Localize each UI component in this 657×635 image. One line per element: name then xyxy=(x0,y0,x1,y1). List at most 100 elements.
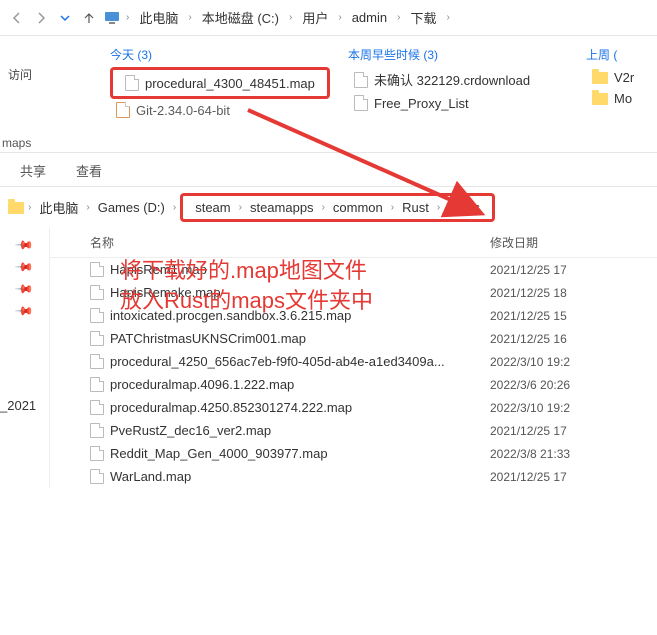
file-icon xyxy=(90,262,104,277)
file-item[interactable]: Git-2.34.0-64-bit xyxy=(110,99,330,121)
nav-down-icon[interactable] xyxy=(56,9,74,27)
file-item[interactable]: Free_Proxy_List xyxy=(348,92,568,114)
file-icon xyxy=(90,400,104,415)
file-icon xyxy=(116,102,130,118)
file-item[interactable]: V2r xyxy=(586,67,646,88)
file-name: intoxicated.procgen.sandbox.3.6.215.map xyxy=(110,308,351,323)
file-item[interactable]: procedural_4300_48451.map xyxy=(119,72,321,94)
file-icon xyxy=(90,285,104,300)
chevron-right-icon xyxy=(28,202,31,213)
group-last-week-header[interactable]: 上周 ( xyxy=(586,46,646,63)
table-row[interactable]: WarLand.map 2021/12/25 17 xyxy=(50,465,657,488)
breadcrumb-bar-downloads: 此电脑 本地磁盘 (C:) 用户 admin 下载 xyxy=(0,0,657,36)
table-row[interactable]: HapisRemake.map2021/12/25 18 xyxy=(50,281,657,304)
file-name: WarLand.map xyxy=(110,469,191,484)
file-name: Free_Proxy_List xyxy=(374,96,469,111)
table-row[interactable]: intoxicated.procgen.sandbox.3.6.215.map2… xyxy=(50,304,657,327)
file-name: 未确认 322129.crdownload xyxy=(374,70,530,89)
group-earlier-week: 本周早些时候 (3) 未确认 322129.crdownload Free_Pr… xyxy=(348,46,568,121)
table-row[interactable]: proceduralmap.4250.852301274.222.map2022… xyxy=(50,396,657,419)
chevron-right-icon xyxy=(289,12,292,23)
sidebar-folder-label[interactable]: _2021 xyxy=(0,398,36,413)
chevron-right-icon xyxy=(397,12,400,23)
crumb-pc[interactable]: 此电脑 xyxy=(135,6,182,29)
downloads-groups: 今天 (3) procedural_4300_48451.map Git-2.3… xyxy=(40,36,646,121)
group-today: 今天 (3) procedural_4300_48451.map Git-2.3… xyxy=(110,46,330,121)
sidebar-quick-access-label: 访问 xyxy=(0,36,40,121)
file-name: procedural_4250_656ac7eb-f9f0-405d-ab4e-… xyxy=(110,354,445,369)
window-title: maps xyxy=(0,136,31,150)
crumb-common[interactable]: common xyxy=(329,198,387,217)
file-item[interactable]: Mo xyxy=(586,88,646,109)
file-icon xyxy=(90,423,104,438)
file-name: Git-2.34.0-64-bit xyxy=(136,103,230,118)
file-name: V2r xyxy=(614,70,634,85)
group-last-week: 上周 ( V2r Mo xyxy=(586,46,646,121)
chevron-right-icon xyxy=(173,202,176,213)
chevron-right-icon xyxy=(338,12,341,23)
file-date: 2021/12/25 17 xyxy=(490,263,657,277)
file-icon xyxy=(90,354,104,369)
file-name: proceduralmap.4096.1.222.map xyxy=(110,377,294,392)
file-date: 2022/3/10 19:2 xyxy=(490,355,657,369)
tab-view[interactable]: 查看 xyxy=(76,161,102,180)
file-icon xyxy=(90,331,104,346)
explorer-maps: 此电脑 Games (D:) steam steamapps common Ru… xyxy=(0,186,657,488)
table-row[interactable]: PveRustZ_dec16_ver2.map2021/12/25 17 xyxy=(50,419,657,442)
file-name: proceduralmap.4250.852301274.222.map xyxy=(110,400,352,415)
file-date: 2022/3/6 20:26 xyxy=(490,378,657,392)
chevron-right-icon xyxy=(126,12,129,23)
ribbon-tabs: 共享 查看 xyxy=(0,153,657,186)
file-icon xyxy=(90,377,104,392)
table-row[interactable]: HapisRem1.map2021/12/25 17 xyxy=(50,258,657,281)
chevron-right-icon xyxy=(446,12,449,23)
tab-share[interactable]: 共享 xyxy=(20,161,46,180)
group-today-header[interactable]: 今天 (3) xyxy=(110,46,330,63)
nav-forward-icon[interactable] xyxy=(32,9,50,27)
file-date: 2022/3/8 21:33 xyxy=(490,447,657,461)
file-name: procedural_4300_48451.map xyxy=(145,76,315,91)
chevron-right-icon xyxy=(391,202,394,213)
file-item[interactable]: 未确认 322129.crdownload xyxy=(348,67,568,92)
chevron-right-icon xyxy=(86,202,89,213)
file-name: Mo xyxy=(614,91,632,106)
column-date[interactable]: 修改日期 xyxy=(490,234,657,251)
group-earlier-week-header[interactable]: 本周早些时候 (3) xyxy=(348,46,568,63)
explorer-sidebar: 📌 📌 📌 📌 _2021 xyxy=(0,228,50,488)
chevron-right-icon xyxy=(188,12,191,23)
nav-up-icon[interactable] xyxy=(80,9,98,27)
crumb-c-drive[interactable]: 本地磁盘 (C:) xyxy=(198,6,283,29)
crumb-rust[interactable]: Rust xyxy=(398,198,433,217)
file-date: 2021/12/25 18 xyxy=(490,286,657,300)
table-row[interactable]: proceduralmap.4096.1.222.map 2022/3/6 20:… xyxy=(50,373,657,396)
window-title-bar: maps xyxy=(0,129,657,153)
file-icon xyxy=(90,469,104,484)
table-row[interactable]: procedural_4250_656ac7eb-f9f0-405d-ab4e-… xyxy=(50,350,657,373)
crumb-games-drive[interactable]: Games (D:) xyxy=(94,198,169,217)
nav-back-icon[interactable] xyxy=(8,9,26,27)
table-row[interactable]: PATChristmasUKNSCrim001.map2021/12/25 16 xyxy=(50,327,657,350)
file-icon xyxy=(90,308,104,323)
column-name[interactable]: 名称 xyxy=(50,234,490,251)
chevron-right-icon xyxy=(437,202,440,213)
crumb-users[interactable]: 用户 xyxy=(298,6,332,29)
folder-icon xyxy=(8,202,24,214)
table-row[interactable]: Reddit_Map_Gen_4000_903977.map 2022/3/8 2… xyxy=(50,442,657,465)
highlight-target-path: steam steamapps common Rust maps xyxy=(180,193,495,222)
crumb-maps[interactable]: maps xyxy=(444,198,484,217)
file-date: 2021/12/25 17 xyxy=(490,470,657,484)
column-headers: 名称 修改日期 xyxy=(50,228,657,258)
file-name: PATChristmasUKNSCrim001.map xyxy=(110,331,306,346)
pc-icon xyxy=(104,10,120,26)
crumb-admin[interactable]: admin xyxy=(348,8,391,27)
chevron-right-icon xyxy=(239,202,242,213)
breadcrumb-bar-maps: 此电脑 Games (D:) steam steamapps common Ru… xyxy=(0,187,657,228)
crumb-downloads[interactable]: 下载 xyxy=(406,6,440,29)
crumb-pc[interactable]: 此电脑 xyxy=(35,196,82,219)
file-icon xyxy=(354,95,368,111)
file-name: Reddit_Map_Gen_4000_903977.map xyxy=(110,446,328,461)
file-icon xyxy=(90,446,104,461)
crumb-steamapps[interactable]: steamapps xyxy=(246,198,318,217)
crumb-steam[interactable]: steam xyxy=(191,198,234,217)
file-name: PveRustZ_dec16_ver2.map xyxy=(110,423,271,438)
